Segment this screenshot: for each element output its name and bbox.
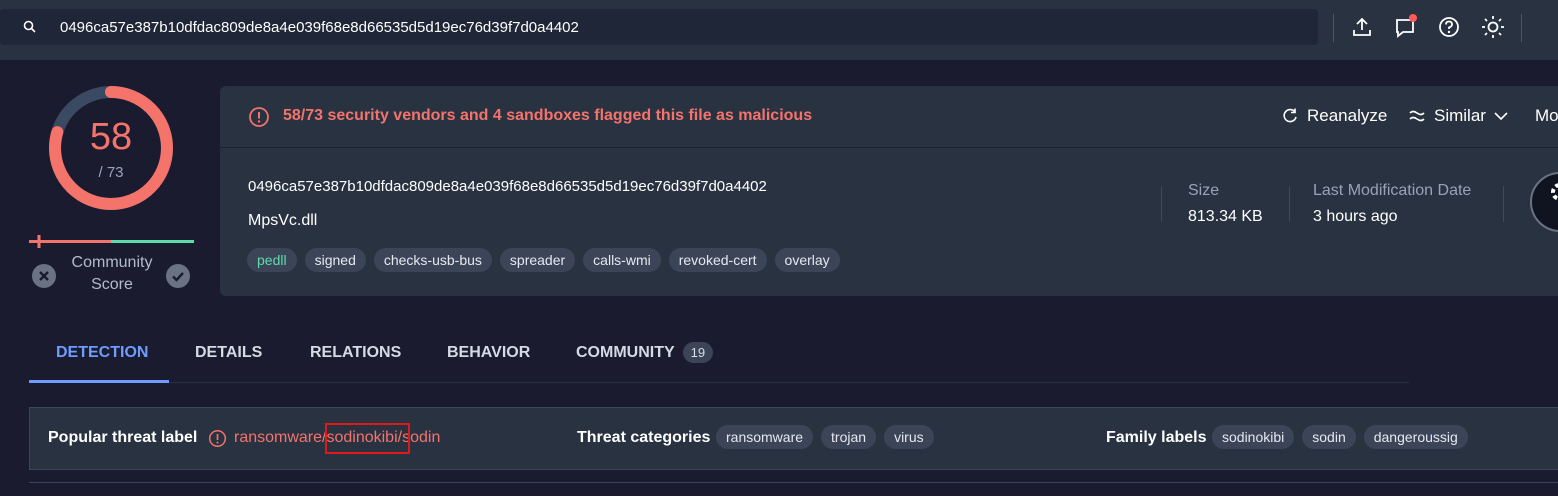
tag-pedll[interactable]: pedll: [247, 248, 297, 272]
size-label: Size: [1188, 182, 1220, 199]
file-name: MpsVc.dll: [248, 212, 318, 229]
threat-categories-list: ransomware trojan virus: [716, 425, 934, 449]
vote-malicious-button[interactable]: [32, 264, 56, 288]
community-score-marker: [34, 235, 44, 248]
tag-checks-usb-bus[interactable]: checks-usb-bus: [373, 248, 492, 272]
alert-icon: [208, 429, 227, 448]
meta-divider: [1289, 186, 1290, 222]
similar-dropdown[interactable]: Similar: [1408, 106, 1510, 126]
reanalyze-label: Reanalyze: [1307, 106, 1388, 125]
search-input[interactable]: [60, 9, 1300, 45]
tag-calls-wmi[interactable]: calls-wmi: [583, 248, 661, 272]
reanalyze-button[interactable]: Reanalyze: [1281, 106, 1387, 126]
popular-threat-part-1: ransomware: [234, 429, 323, 446]
search-icon: [22, 19, 38, 35]
tag-revoked-cert[interactable]: revoked-cert: [668, 248, 767, 272]
notification-dot: [1409, 14, 1417, 22]
search-box[interactable]: [0, 9, 1318, 45]
family-labels-list: sodinokibi sodin dangeroussig: [1212, 425, 1468, 449]
refresh-icon: [1283, 108, 1297, 123]
similar-label: Similar: [1434, 106, 1486, 125]
family-chip-sodin[interactable]: sodin: [1302, 425, 1356, 449]
tab-relations[interactable]: RELATIONS: [310, 344, 401, 362]
tag-spreader[interactable]: spreader: [499, 248, 576, 272]
last-modified-label: Last Modification Date: [1313, 182, 1472, 199]
tab-behavior[interactable]: BEHAVIOR: [447, 344, 530, 362]
tab-community[interactable]: COMMUNITY 19: [576, 342, 714, 363]
tag-overlay[interactable]: overlay: [774, 248, 840, 272]
detection-total: / 73: [98, 164, 124, 181]
chat-icon[interactable]: [1393, 14, 1419, 40]
file-type-badge: D: [1530, 172, 1558, 232]
family-chip-dangeroussig[interactable]: dangeroussig: [1363, 425, 1468, 449]
section-divider: [29, 482, 1558, 483]
alert-icon: [248, 106, 270, 128]
more-dropdown[interactable]: Mo: [1535, 106, 1558, 126]
malicious-alert-text: 58/73 security vendors and 4 sandboxes f…: [283, 107, 813, 124]
category-chip-ransomware[interactable]: ransomware: [716, 425, 814, 449]
toolbar-divider: [1333, 14, 1334, 42]
similar-icon: [1409, 110, 1425, 122]
more-label: Mo: [1535, 106, 1558, 125]
detection-count: 58: [89, 116, 133, 158]
family-labels-heading: Family labels: [1106, 429, 1207, 446]
community-score-label: Community Score: [71, 254, 153, 293]
family-chip-sodinokibi[interactable]: sodinokibi: [1212, 425, 1295, 449]
theme-icon[interactable]: [1480, 14, 1506, 40]
category-chip-trojan[interactable]: trojan: [821, 425, 877, 449]
category-chip-virus[interactable]: virus: [884, 425, 934, 449]
highlight-box: [325, 423, 410, 454]
threat-summary-row: Popular threat label ransomware/sodinoki…: [29, 407, 1558, 470]
file-hash[interactable]: 0496ca57e387b10dfdac809de8a4e039f68e8d66…: [248, 178, 767, 195]
threat-categories-heading: Threat categories: [577, 429, 711, 446]
community-score-good-bar: [111, 240, 194, 243]
tab-details[interactable]: DETAILS: [195, 344, 262, 362]
malicious-alert-row: 58/73 security vendors and 4 sandboxes f…: [220, 86, 1558, 148]
upload-icon[interactable]: [1349, 14, 1375, 40]
size-value: 813.34 KB: [1188, 208, 1263, 225]
top-bar: [0, 0, 1558, 60]
tab-community-label: COMMUNITY: [576, 344, 675, 361]
meta-divider: [1161, 186, 1162, 222]
tab-detection[interactable]: DETECTION: [56, 344, 148, 362]
file-summary-panel: 58/73 security vendors and 4 sandboxes f…: [220, 86, 1558, 296]
active-tab-indicator: [29, 380, 169, 383]
tag-signed[interactable]: signed: [304, 248, 366, 272]
help-icon[interactable]: [1436, 14, 1462, 40]
meta-divider: [1503, 186, 1504, 222]
last-modified-value: 3 hours ago: [1313, 208, 1398, 225]
toolbar-divider: [1521, 14, 1522, 42]
vote-harmless-button[interactable]: [166, 264, 190, 288]
popular-threat-label-heading: Popular threat label: [48, 429, 198, 446]
detection-score-ring: 58 / 73: [47, 84, 175, 212]
community-count-badge: 19: [682, 342, 714, 363]
file-tags: pedll signed checks-usb-bus spreader cal…: [247, 248, 840, 272]
tab-bar: DETECTION DETAILS RELATIONS BEHAVIOR COM…: [29, 330, 1409, 383]
chevron-down-icon: [1494, 112, 1508, 121]
